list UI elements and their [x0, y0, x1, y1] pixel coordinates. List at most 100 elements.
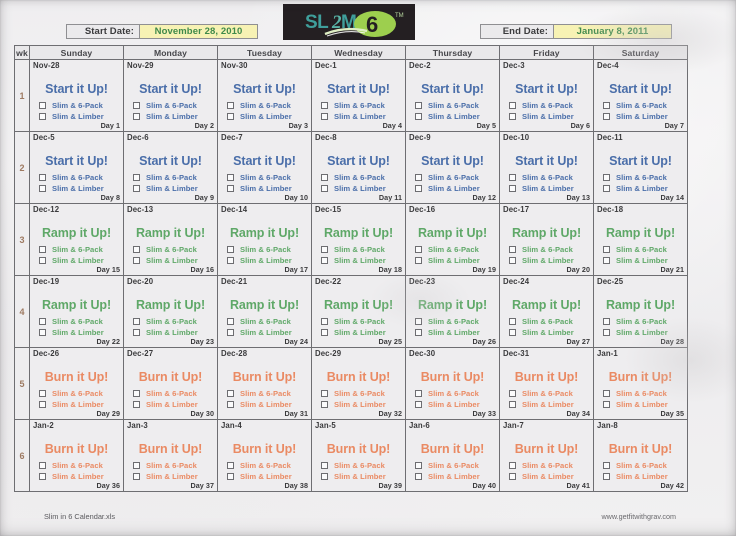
checkbox-icon[interactable]: [39, 462, 46, 469]
checkbox-icon[interactable]: [133, 185, 140, 192]
checkbox-icon[interactable]: [509, 246, 516, 253]
calendar-day-cell[interactable]: Dec-12 Ramp it Up! Slim & 6-Pack Slim & Lim…: [29, 203, 124, 276]
calendar-day-cell[interactable]: Dec-16 Ramp it Up! Slim & 6-Pack Slim & Lim…: [405, 203, 500, 276]
checkbox-icon[interactable]: [603, 462, 610, 469]
checkbox-icon[interactable]: [509, 462, 516, 469]
task-item[interactable]: Slim & 6-Pack: [415, 172, 497, 183]
task-item[interactable]: Slim & 6-Pack: [603, 244, 685, 255]
checkbox-icon[interactable]: [321, 390, 328, 397]
task-item[interactable]: Slim & 6-Pack: [603, 172, 685, 183]
task-item[interactable]: Slim & 6-Pack: [227, 460, 309, 471]
calendar-day-cell[interactable]: Dec-4 Start it Up! Slim & 6-Pack Slim & Lim…: [593, 59, 688, 132]
calendar-day-cell[interactable]: Dec-10 Start it Up! Slim & 6-Pack Slim & Li…: [499, 131, 594, 204]
checkbox-icon[interactable]: [133, 113, 140, 120]
checkbox-icon[interactable]: [603, 174, 610, 181]
checkbox-icon[interactable]: [603, 257, 610, 264]
checkbox-icon[interactable]: [227, 401, 234, 408]
end-date-value[interactable]: January 8, 2011: [553, 25, 671, 38]
task-item[interactable]: Slim & 6-Pack: [133, 316, 215, 327]
task-item[interactable]: Slim & 6-Pack: [227, 172, 309, 183]
task-item[interactable]: Slim & 6-Pack: [321, 172, 403, 183]
checkbox-icon[interactable]: [603, 473, 610, 480]
calendar-day-cell[interactable]: Dec-26 Burn it Up! Slim & 6-Pack Slim & Lim…: [29, 347, 124, 420]
task-item[interactable]: Slim & 6-Pack: [415, 388, 497, 399]
calendar-day-cell[interactable]: Jan-8 Burn it Up! Slim & 6-Pack Slim & Limb…: [593, 419, 688, 492]
checkbox-icon[interactable]: [133, 174, 140, 181]
checkbox-icon[interactable]: [133, 257, 140, 264]
checkbox-icon[interactable]: [509, 473, 516, 480]
checkbox-icon[interactable]: [603, 329, 610, 336]
checkbox-icon[interactable]: [603, 185, 610, 192]
checkbox-icon[interactable]: [321, 113, 328, 120]
task-item[interactable]: Slim & 6-Pack: [509, 460, 591, 471]
checkbox-icon[interactable]: [321, 102, 328, 109]
checkbox-icon[interactable]: [39, 390, 46, 397]
calendar-day-cell[interactable]: Dec-1 Start it Up! Slim & 6-Pack Slim & Lim…: [311, 59, 406, 132]
task-item[interactable]: Slim & 6-Pack: [509, 316, 591, 327]
task-item[interactable]: Slim & 6-Pack: [415, 100, 497, 111]
calendar-day-cell[interactable]: Dec-24 Ramp it Up! Slim & 6-Pack Slim & Lim…: [499, 275, 594, 348]
checkbox-icon[interactable]: [227, 390, 234, 397]
calendar-day-cell[interactable]: Dec-2 Start it Up! Slim & 6-Pack Slim & Lim…: [405, 59, 500, 132]
checkbox-icon[interactable]: [227, 246, 234, 253]
checkbox-icon[interactable]: [415, 329, 422, 336]
checkbox-icon[interactable]: [321, 329, 328, 336]
start-date-field[interactable]: Start Date: November 28, 2010: [66, 24, 258, 39]
checkbox-icon[interactable]: [415, 102, 422, 109]
checkbox-icon[interactable]: [133, 246, 140, 253]
checkbox-icon[interactable]: [39, 473, 46, 480]
checkbox-icon[interactable]: [509, 390, 516, 397]
task-item[interactable]: Slim & 6-Pack: [133, 244, 215, 255]
checkbox-icon[interactable]: [227, 102, 234, 109]
task-item[interactable]: Slim & 6-Pack: [321, 388, 403, 399]
checkbox-icon[interactable]: [227, 473, 234, 480]
task-item[interactable]: Slim & 6-Pack: [227, 100, 309, 111]
task-item[interactable]: Slim & 6-Pack: [39, 100, 121, 111]
task-item[interactable]: Slim & 6-Pack: [133, 100, 215, 111]
checkbox-icon[interactable]: [415, 401, 422, 408]
calendar-day-cell[interactable]: Jan-6 Burn it Up! Slim & 6-Pack Slim & Limb…: [405, 419, 500, 492]
checkbox-icon[interactable]: [133, 462, 140, 469]
checkbox-icon[interactable]: [321, 401, 328, 408]
task-item[interactable]: Slim & 6-Pack: [133, 388, 215, 399]
checkbox-icon[interactable]: [39, 401, 46, 408]
calendar-day-cell[interactable]: Dec-29 Burn it Up! Slim & 6-Pack Slim & Lim…: [311, 347, 406, 420]
checkbox-icon[interactable]: [321, 174, 328, 181]
task-item[interactable]: Slim & 6-Pack: [509, 388, 591, 399]
calendar-day-cell[interactable]: Dec-22 Ramp it Up! Slim & 6-Pack Slim & Lim…: [311, 275, 406, 348]
task-item[interactable]: Slim & 6-Pack: [415, 244, 497, 255]
checkbox-icon[interactable]: [509, 185, 516, 192]
checkbox-icon[interactable]: [509, 174, 516, 181]
checkbox-icon[interactable]: [321, 318, 328, 325]
calendar-day-cell[interactable]: Jan-3 Burn it Up! Slim & 6-Pack Slim & Limb…: [123, 419, 218, 492]
checkbox-icon[interactable]: [509, 401, 516, 408]
checkbox-icon[interactable]: [39, 318, 46, 325]
task-item[interactable]: Slim & 6-Pack: [39, 460, 121, 471]
calendar-day-cell[interactable]: Jan-2 Burn it Up! Slim & 6-Pack Slim & Limb…: [29, 419, 124, 492]
checkbox-icon[interactable]: [603, 401, 610, 408]
task-item[interactable]: Slim & 6-Pack: [415, 316, 497, 327]
calendar-day-cell[interactable]: Dec-28 Burn it Up! Slim & 6-Pack Slim & Lim…: [217, 347, 312, 420]
checkbox-icon[interactable]: [321, 462, 328, 469]
calendar-day-cell[interactable]: Jan-1 Burn it Up! Slim & 6-Pack Slim & Limb…: [593, 347, 688, 420]
task-item[interactable]: Slim & 6-Pack: [415, 460, 497, 471]
checkbox-icon[interactable]: [133, 473, 140, 480]
checkbox-icon[interactable]: [133, 390, 140, 397]
calendar-day-cell[interactable]: Dec-7 Start it Up! Slim & 6-Pack Slim & Lim…: [217, 131, 312, 204]
calendar-day-cell[interactable]: Dec-30 Burn it Up! Slim & 6-Pack Slim & Lim…: [405, 347, 500, 420]
end-date-field[interactable]: End Date: January 8, 2011: [480, 24, 672, 39]
task-item[interactable]: Slim & 6-Pack: [321, 460, 403, 471]
checkbox-icon[interactable]: [509, 102, 516, 109]
task-item[interactable]: Slim & 6-Pack: [603, 460, 685, 471]
checkbox-icon[interactable]: [39, 257, 46, 264]
checkbox-icon[interactable]: [603, 102, 610, 109]
calendar-day-cell[interactable]: Dec-27 Burn it Up! Slim & 6-Pack Slim & Lim…: [123, 347, 218, 420]
calendar-day-cell[interactable]: Nov-28 Start it Up! Slim & 6-Pack Slim & Li…: [29, 59, 124, 132]
checkbox-icon[interactable]: [39, 174, 46, 181]
calendar-day-cell[interactable]: Dec-11 Start it Up! Slim & 6-Pack Slim & Li…: [593, 131, 688, 204]
checkbox-icon[interactable]: [227, 462, 234, 469]
calendar-day-cell[interactable]: Dec-23 Ramp it Up! Slim & 6-Pack Slim & Lim…: [405, 275, 500, 348]
checkbox-icon[interactable]: [133, 329, 140, 336]
task-item[interactable]: Slim & 6-Pack: [603, 388, 685, 399]
task-item[interactable]: Slim & 6-Pack: [321, 100, 403, 111]
